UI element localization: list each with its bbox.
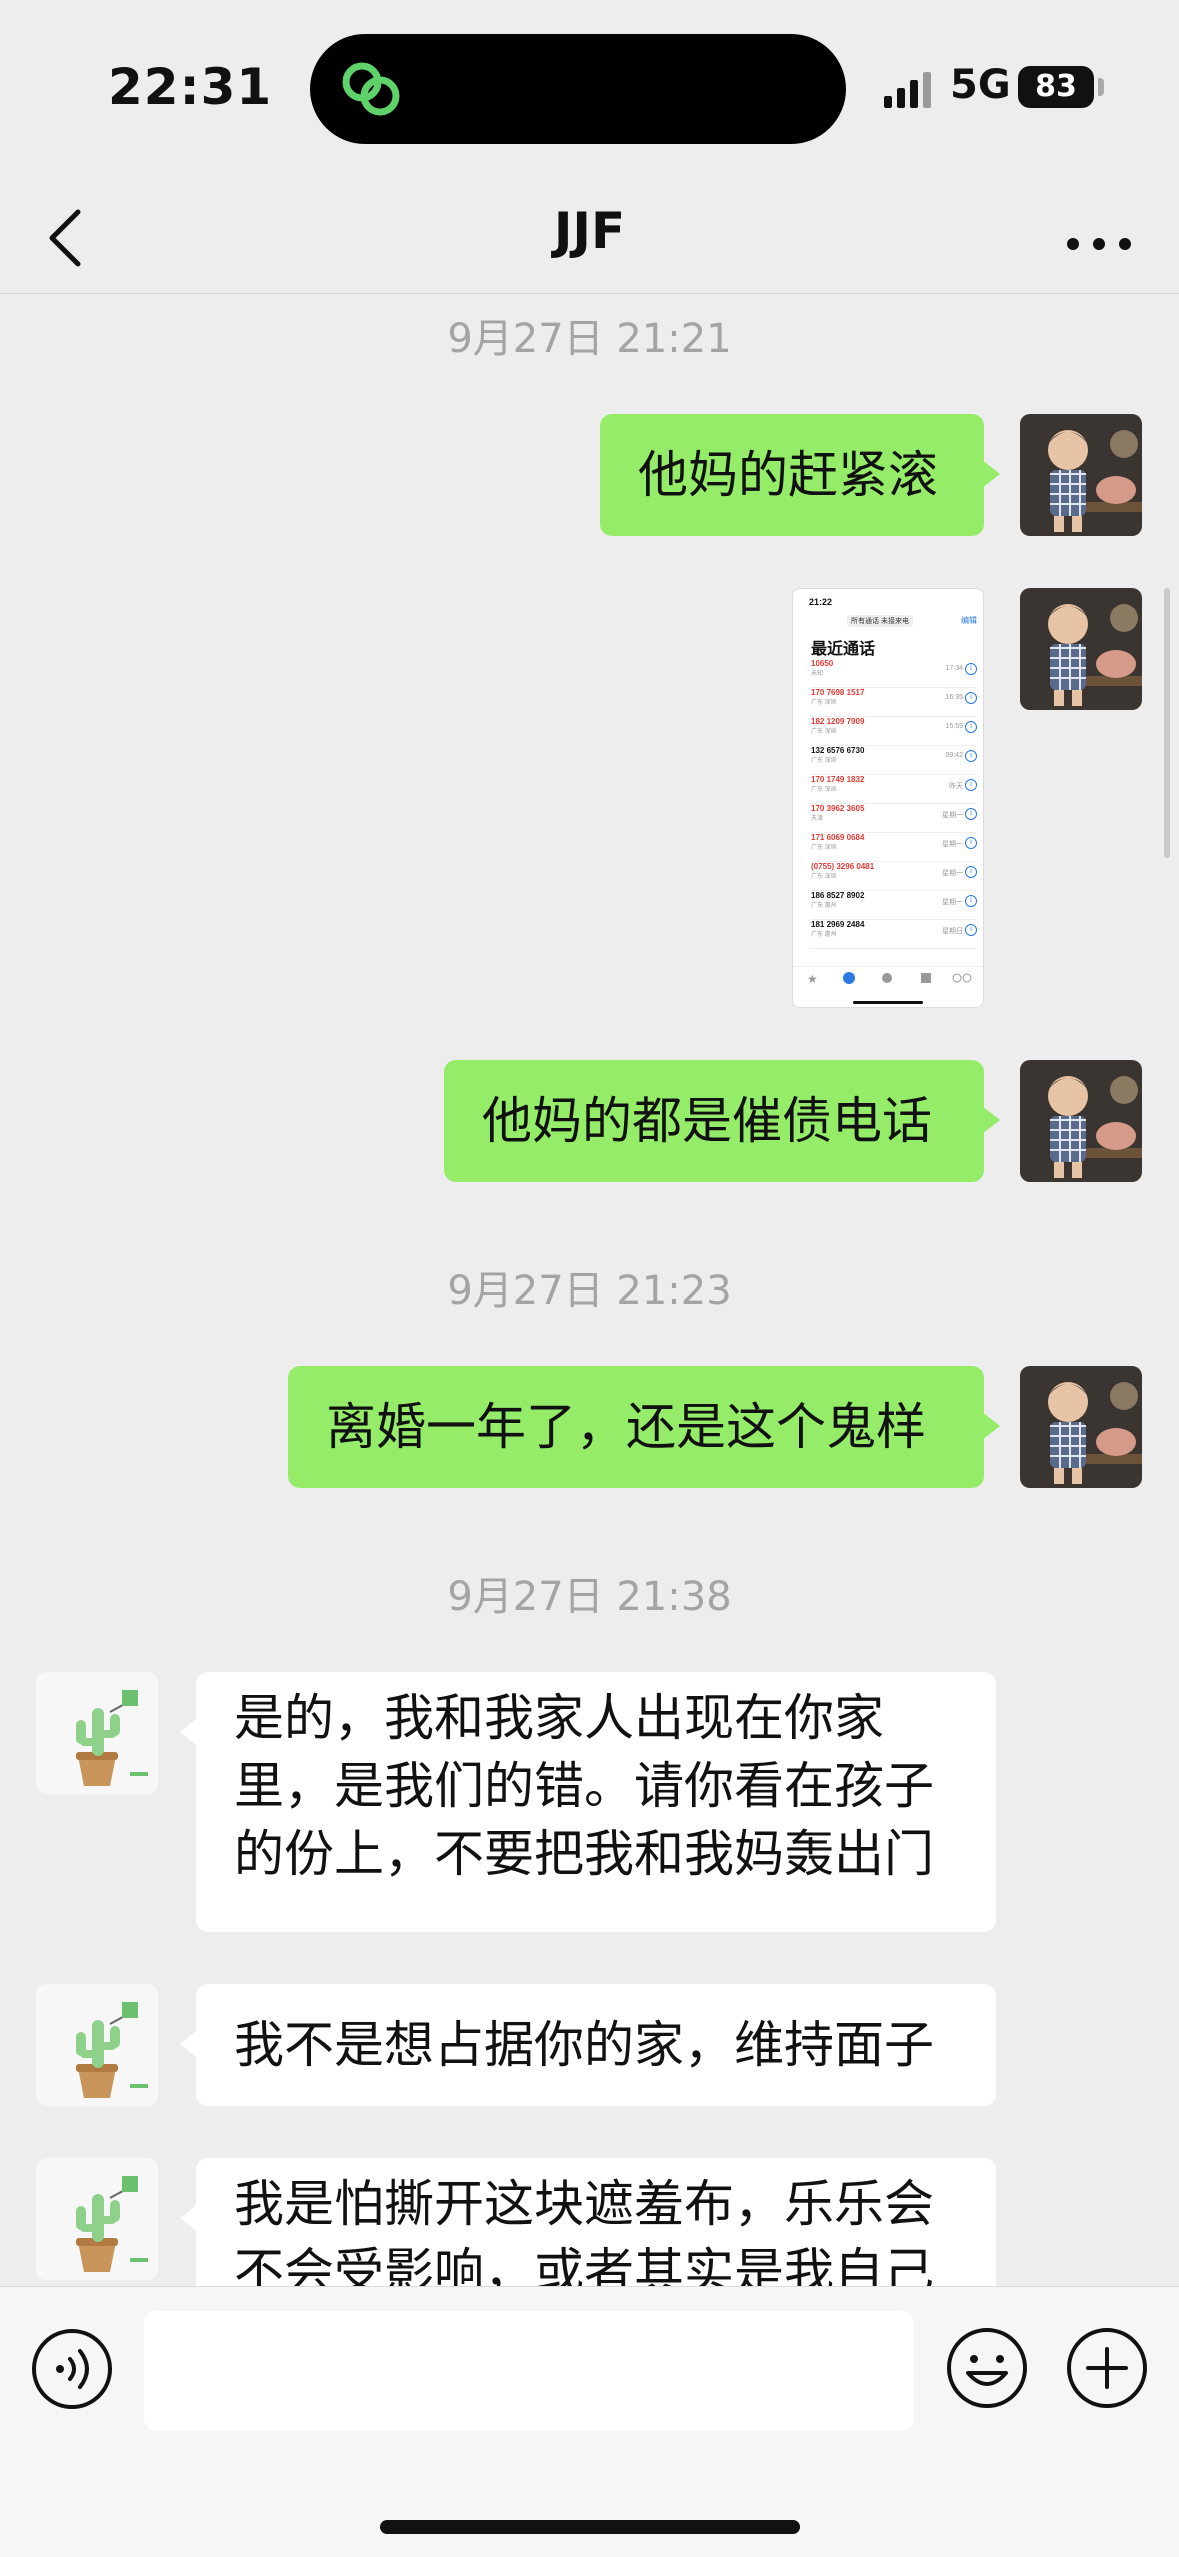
thumb-call-time: 星期一 bbox=[942, 841, 963, 848]
my-avatar[interactable] bbox=[1020, 588, 1142, 710]
thumb-tab-icons: ★ bbox=[807, 972, 972, 986]
my-avatar[interactable] bbox=[1020, 1060, 1142, 1182]
cactus-avatar-image bbox=[36, 1984, 158, 2106]
input-bar bbox=[0, 2286, 1179, 2557]
my-avatar[interactable] bbox=[1020, 414, 1142, 536]
info-icon: i bbox=[965, 866, 977, 878]
thumb-call-time: 15:59 bbox=[945, 723, 963, 730]
incoming-message[interactable]: 我不是想占据你的家，维持面子 bbox=[180, 1984, 996, 2106]
thumb-call-row: 10650 未知 17:34 i bbox=[811, 659, 977, 688]
contact-avatar[interactable] bbox=[36, 1672, 158, 1794]
thumb-call-row: 170 3962 3605 天津 星期一 i bbox=[811, 804, 977, 833]
cactus-avatar-image bbox=[36, 2158, 158, 2280]
thumb-call-row: 186 8527 8902 广东 惠州 星期一 i bbox=[811, 891, 977, 920]
timestamp: 9月27日 21:21 bbox=[447, 316, 732, 362]
info-icon: i bbox=[965, 692, 977, 704]
incoming-message[interactable]: 是的，我和我家人出现在你家 里，是我们的错。请你看在孩子 的份上，不要把我和我妈… bbox=[180, 1672, 996, 1932]
battery-nub bbox=[1098, 78, 1104, 96]
info-icon: i bbox=[965, 779, 977, 791]
message-line: 里，是我们的错。请你看在孩子 bbox=[234, 1757, 934, 1815]
thumb-call-row: 181 2969 2484 广东 惠州 星期日 i bbox=[811, 920, 977, 949]
timestamp: 9月27日 21:38 bbox=[447, 1574, 732, 1620]
contact-avatar[interactable] bbox=[36, 1984, 158, 2106]
network-type: 5G bbox=[950, 62, 1011, 108]
home-indicator bbox=[380, 2520, 800, 2534]
outgoing-message[interactable]: 他妈的都是催债电话 bbox=[444, 1060, 1000, 1182]
battery-icon: 83 bbox=[1018, 66, 1094, 108]
info-icon: i bbox=[965, 924, 977, 936]
info-icon: i bbox=[965, 837, 977, 849]
thumb-call-time: 16:35 bbox=[945, 694, 963, 701]
status-bar: 22:31 5G 83 bbox=[0, 0, 1179, 180]
thumb-segment: 所有通话 未接来电 bbox=[847, 615, 913, 627]
plus-icon[interactable] bbox=[1064, 2325, 1150, 2411]
thumb-home-indicator bbox=[853, 1001, 923, 1004]
thumb-call-row: (0755) 3296 0481 广东 深圳 星期一 i bbox=[811, 862, 977, 891]
info-icon: i bbox=[965, 663, 977, 675]
outgoing-message[interactable]: 他妈的赶紧滚 bbox=[600, 414, 1000, 536]
toddler-avatar-image bbox=[1020, 1060, 1142, 1182]
status-time: 22:31 bbox=[108, 58, 273, 116]
thumb-call-time: 昨天 bbox=[949, 783, 963, 790]
message-line: 的份上，不要把我和我妈轰出门 bbox=[234, 1825, 934, 1883]
svg-text:★: ★ bbox=[807, 972, 818, 986]
thumb-call-row: 182 1209 7909 广东 深圳 15:59 i bbox=[811, 717, 977, 746]
thumb-call-time: 09:42 bbox=[945, 752, 963, 759]
message-line: 是的，我和我家人出现在你家 bbox=[234, 1689, 884, 1747]
outgoing-message[interactable]: 离婚一年了，还是这个鬼样 bbox=[288, 1366, 1000, 1488]
thumb-call-row: 171 6069 0684 广东 深圳 星期一 i bbox=[811, 833, 977, 862]
thumb-status-time: 21:22 bbox=[809, 597, 833, 607]
thumb-title: 最近通话 bbox=[811, 641, 876, 658]
thumb-call-time: 星期一 bbox=[942, 899, 963, 906]
image-message[interactable]: 21:22 所有通话 未接来电 编辑 最近通话 10650 未知 17:34 i 170… bbox=[792, 588, 984, 1008]
thumb-call-time: 星期一 bbox=[942, 812, 963, 819]
signal-icon bbox=[884, 72, 931, 108]
toddler-avatar-image bbox=[1020, 414, 1142, 536]
voice-icon[interactable] bbox=[30, 2327, 114, 2411]
thumb-tab-bar: ★ bbox=[793, 966, 983, 997]
link-activity-icon bbox=[342, 62, 400, 116]
thumb-call-row: 132 6576 6730 广东 深圳 09:42 i bbox=[811, 746, 977, 775]
contact-avatar[interactable] bbox=[36, 2158, 158, 2280]
info-icon: i bbox=[965, 895, 977, 907]
cactus-avatar-image bbox=[36, 1672, 158, 1794]
thumb-call-time: 17:34 bbox=[945, 665, 963, 672]
more-icon[interactable] bbox=[1059, 200, 1139, 270]
toddler-avatar-image bbox=[1020, 588, 1142, 710]
thumb-edit: 编辑 bbox=[961, 616, 977, 625]
thumb-call-time: 星期日 bbox=[942, 928, 963, 935]
toddler-avatar-image bbox=[1020, 1366, 1142, 1488]
scrollbar[interactable] bbox=[1164, 588, 1170, 858]
my-avatar[interactable] bbox=[1020, 1366, 1142, 1488]
message-input[interactable] bbox=[144, 2311, 914, 2431]
info-icon: i bbox=[965, 721, 977, 733]
thumb-call-row: 170 1749 1832 广东 深圳 昨天 i bbox=[811, 775, 977, 804]
info-icon: i bbox=[965, 750, 977, 762]
chat-title: JJF bbox=[553, 202, 626, 260]
thumb-call-time: 星期一 bbox=[942, 870, 963, 877]
thumb-call-row: 170 7698 1517 广东 深圳 16:35 i bbox=[811, 688, 977, 717]
chat-header: JJF bbox=[0, 180, 1179, 294]
info-icon: i bbox=[965, 808, 977, 820]
message-line: 我是怕撕开这块遮羞布，乐乐会 bbox=[234, 2175, 934, 2233]
emoji-icon[interactable] bbox=[944, 2325, 1030, 2411]
timestamp: 9月27日 21:23 bbox=[447, 1268, 732, 1314]
dynamic-island bbox=[310, 34, 846, 144]
